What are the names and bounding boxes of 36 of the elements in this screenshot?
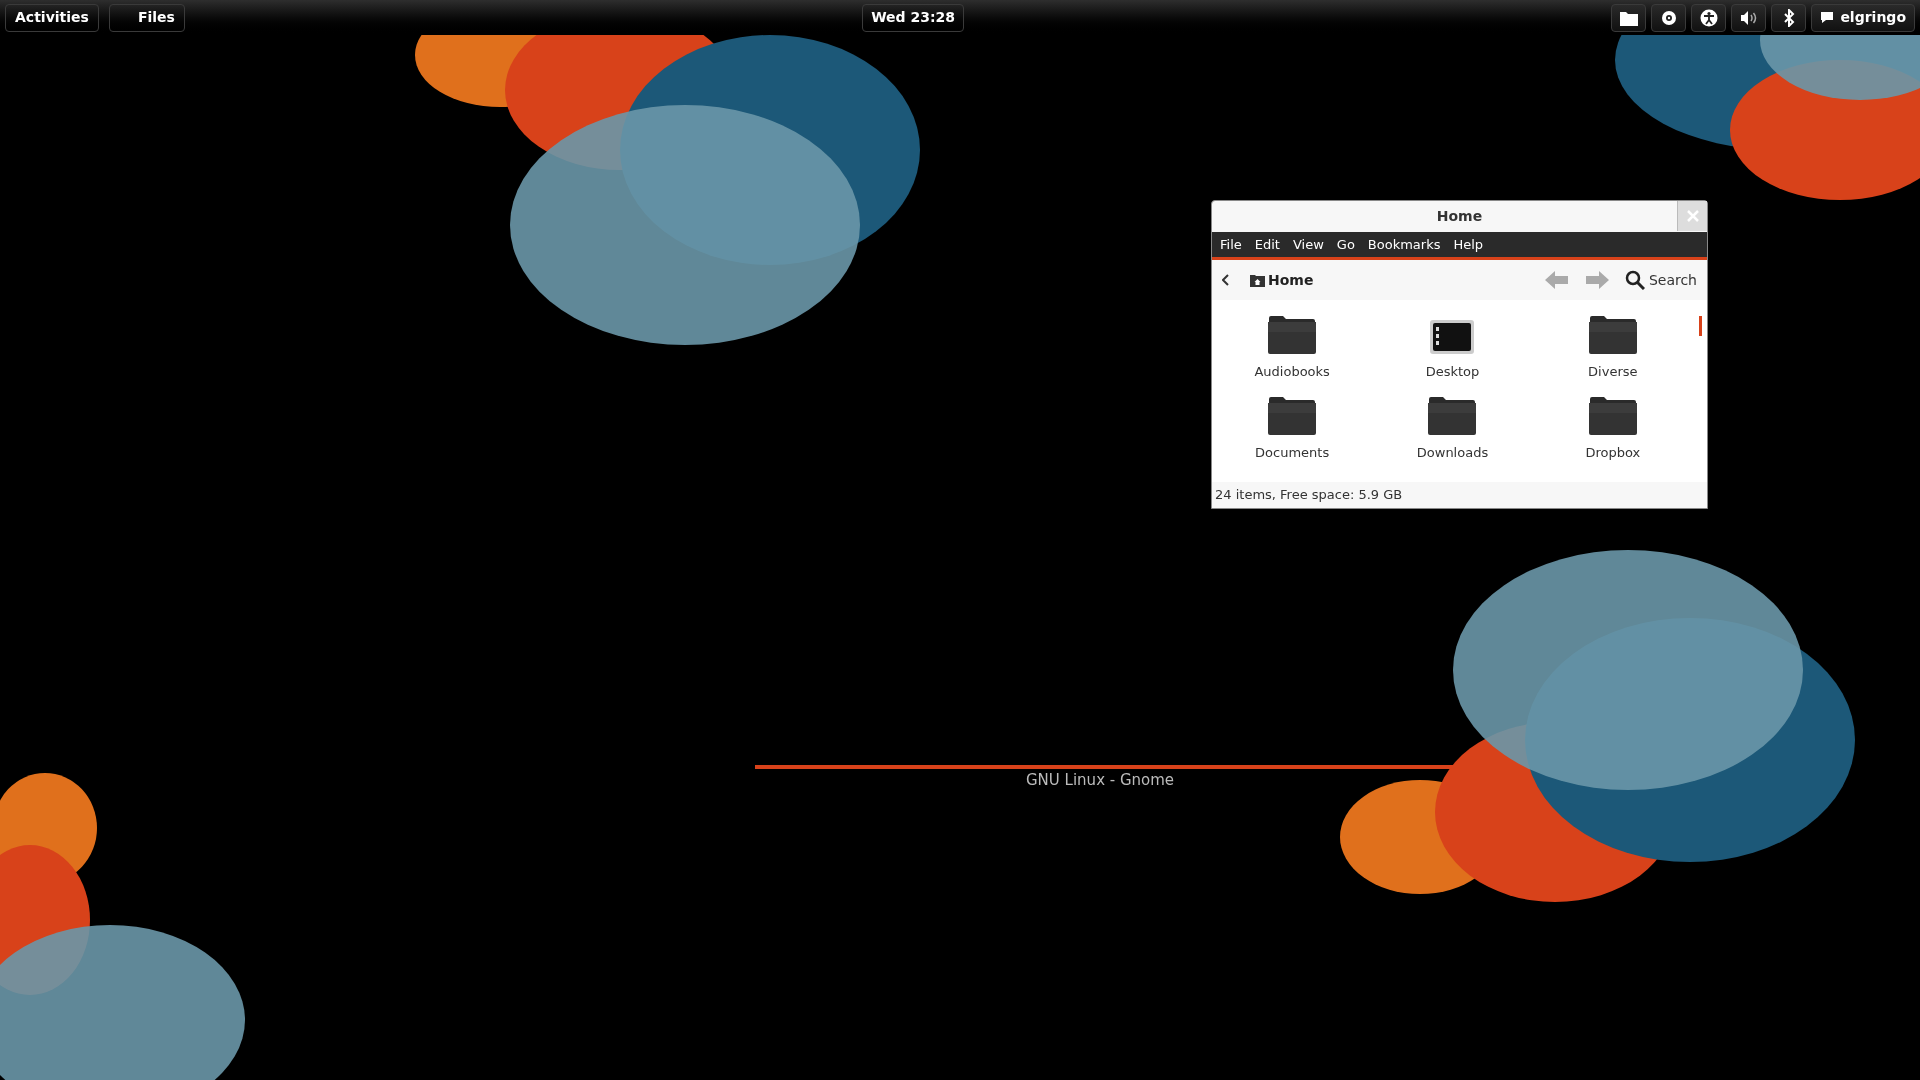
file-name[interactable]: Dropbox [1585, 443, 1641, 463]
menu-item[interactable]: View [1287, 234, 1329, 255]
folder-icon [1267, 315, 1318, 355]
search-button[interactable]: Search [1624, 269, 1697, 291]
files-tray-icon[interactable] [1611, 3, 1647, 32]
bluetooth-icon[interactable] [1771, 3, 1807, 32]
file-name[interactable]: Diverse [1588, 362, 1638, 382]
menu-item[interactable]: Help [1448, 234, 1489, 255]
folder-icon [1587, 396, 1638, 436]
menu-item[interactable]: Edit [1249, 234, 1285, 255]
window-title: Home [1436, 207, 1483, 226]
folder-icon [1427, 396, 1478, 436]
menu-item[interactable]: Bookmarks [1362, 234, 1446, 255]
status-text: 24 items, Free space: 5.9 GB [1215, 486, 1403, 505]
user-menu-button[interactable]: elgringo [1811, 3, 1915, 32]
location-button[interactable]: Home [1250, 269, 1314, 291]
back-icon[interactable] [1222, 274, 1230, 286]
chat-bubble-icon [1820, 11, 1835, 24]
accessibility-icon[interactable] [1691, 3, 1727, 32]
volume-icon[interactable] [1731, 3, 1767, 32]
folder-icon [1267, 396, 1318, 436]
clock[interactable]: Wed 23:28 [862, 3, 965, 32]
file-name[interactable]: Desktop [1425, 362, 1480, 382]
app-menu-button[interactable]: Files [108, 3, 185, 32]
menu-item[interactable]: Go [1331, 234, 1360, 255]
home-folder-icon [1250, 273, 1265, 287]
file-name[interactable]: Audiobooks [1254, 362, 1330, 382]
wallpaper-caption: GNU Linux - Gnome [1026, 770, 1175, 791]
menu-item[interactable]: File [1215, 234, 1247, 255]
search-icon [1624, 270, 1645, 290]
desktop-icon [1429, 319, 1476, 355]
file-name[interactable]: Documents [1255, 443, 1330, 463]
folder-icon [1587, 315, 1638, 355]
file-name[interactable]: Downloads [1416, 443, 1489, 463]
activities-button[interactable]: Activities [5, 3, 99, 32]
close-icon [1686, 210, 1699, 222]
